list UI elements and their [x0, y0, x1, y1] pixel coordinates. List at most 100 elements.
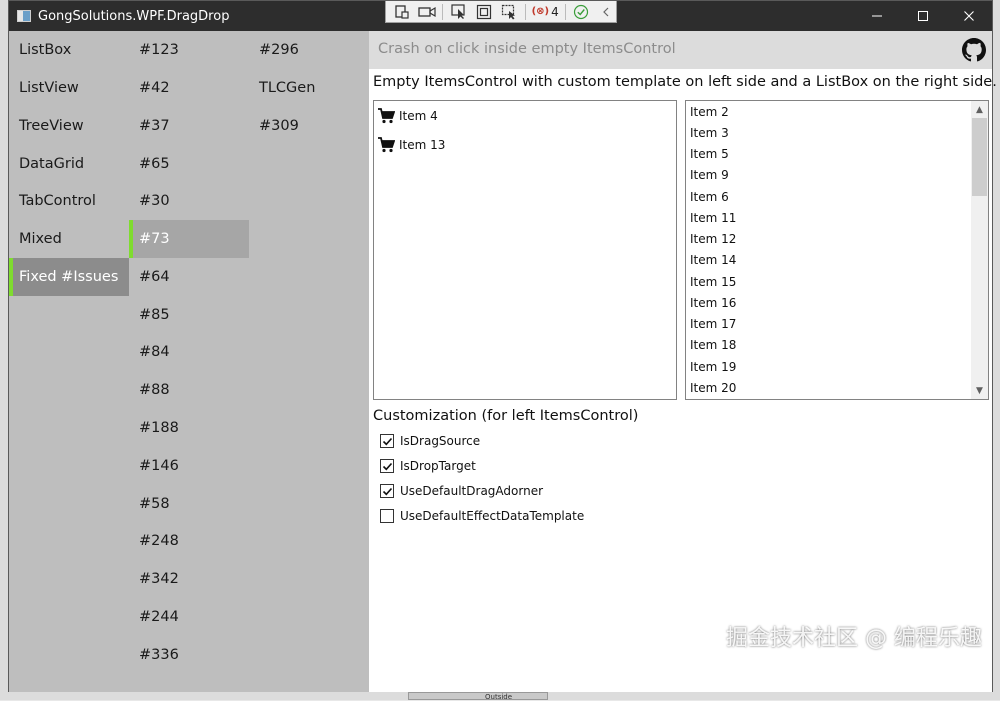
- app-window: GongSolutions.WPF.DragDrop (⊗) 4 ListBox…: [8, 0, 997, 692]
- app-icon: [17, 10, 31, 22]
- nav-item-listbox[interactable]: ListBox: [9, 31, 129, 69]
- empty-items-control[interactable]: Item 4 Item 13: [373, 100, 677, 400]
- shopping-cart-icon: [378, 108, 395, 124]
- window-controls: [854, 1, 992, 31]
- list-item[interactable]: Item 11: [690, 211, 736, 225]
- list-item[interactable]: Item 19: [690, 360, 736, 374]
- issue-item[interactable]: #88: [129, 371, 249, 409]
- nav-item-fixed-issues[interactable]: Fixed #Issues: [9, 258, 129, 296]
- error-count: 4: [551, 4, 559, 19]
- issue-item[interactable]: #85: [129, 296, 249, 334]
- issue-item-selected[interactable]: #73: [129, 220, 249, 258]
- checkbox-box[interactable]: [380, 459, 394, 473]
- checkbox-label: UseDefaultDragAdorner: [400, 484, 544, 498]
- close-button[interactable]: [946, 1, 992, 31]
- shopping-cart-icon: [378, 137, 395, 153]
- list-item[interactable]: Item 4: [377, 105, 438, 127]
- issue-item[interactable]: TLCGen: [249, 69, 369, 107]
- checkmark-icon: [382, 487, 392, 495]
- issue-item[interactable]: #188: [129, 409, 249, 447]
- example-description: Empty ItemsControl with custom template …: [373, 74, 997, 90]
- list-item-label: Item 4: [399, 109, 438, 123]
- use-default-effect-data-template-checkbox[interactable]: UseDefaultEffectDataTemplate: [380, 506, 584, 526]
- toolbar-separator: [564, 3, 566, 20]
- toolbar-separator: [524, 3, 526, 20]
- maximize-button[interactable]: [900, 1, 946, 31]
- issue-item[interactable]: #146: [129, 447, 249, 485]
- list-item[interactable]: Item 9: [690, 168, 729, 182]
- background-window-strip: [408, 692, 548, 700]
- issue-item[interactable]: #336: [129, 636, 249, 674]
- video-camera-icon[interactable]: [417, 3, 436, 21]
- issue-item[interactable]: #42: [129, 69, 249, 107]
- minimize-button[interactable]: [854, 1, 900, 31]
- items-listbox[interactable]: Item 2 Item 3 Item 5 Item 9 Item 6 Item …: [685, 100, 989, 400]
- chevron-down-icon[interactable]: ▼: [971, 382, 988, 399]
- issue-item[interactable]: #30: [129, 182, 249, 220]
- live-visual-tree-icon[interactable]: [392, 3, 411, 21]
- track-focused-element-icon[interactable]: [500, 3, 519, 21]
- display-layout-adorners-icon[interactable]: [474, 3, 493, 21]
- list-item[interactable]: Item 17: [690, 317, 736, 331]
- binding-error-icon: (⊗): [531, 6, 550, 17]
- list-item[interactable]: Item 16: [690, 296, 736, 310]
- chevron-up-icon[interactable]: ▲: [971, 101, 988, 118]
- list-item[interactable]: Item 6: [690, 190, 729, 204]
- list-item[interactable]: Item 14: [690, 253, 736, 267]
- issue-item[interactable]: #296: [249, 31, 369, 69]
- issue-item[interactable]: #37: [129, 107, 249, 145]
- issue-item[interactable]: #123: [129, 31, 249, 69]
- vertical-scrollbar[interactable]: ▲ ▼: [971, 101, 988, 399]
- is-drop-target-checkbox[interactable]: IsDropTarget: [380, 456, 476, 476]
- watermark-text: 掘金技术社区 @ 编程乐趣: [726, 626, 982, 651]
- checkbox-box[interactable]: [380, 509, 394, 523]
- checkbox-box[interactable]: [380, 434, 394, 448]
- issue-item[interactable]: #64: [129, 258, 249, 296]
- debug-toolbar: (⊗) 4: [385, 1, 617, 23]
- use-default-drag-adorner-checkbox[interactable]: UseDefaultDragAdorner: [380, 481, 543, 501]
- toolbar-separator: [442, 3, 444, 20]
- nav-item-tabcontrol[interactable]: TabControl: [9, 182, 129, 220]
- nav-item-mixed[interactable]: Mixed: [9, 220, 129, 258]
- issue-item[interactable]: #84: [129, 333, 249, 371]
- list-item[interactable]: Item 3: [690, 126, 729, 140]
- checkmark-icon: [382, 437, 392, 445]
- nav-item-datagrid[interactable]: DataGrid: [9, 145, 129, 183]
- is-drag-source-checkbox[interactable]: IsDragSource: [380, 431, 480, 451]
- issue-item[interactable]: #342: [129, 560, 249, 598]
- window-title: GongSolutions.WPF.DragDrop: [38, 9, 230, 24]
- list-item[interactable]: Item 13: [377, 134, 445, 156]
- main-content: Crash on click inside empty ItemsControl…: [369, 31, 997, 692]
- issue-item[interactable]: #58: [129, 485, 249, 523]
- list-item[interactable]: Item 15: [690, 275, 736, 289]
- category-nav: ListBox ListView TreeView DataGrid TabCo…: [9, 31, 129, 692]
- list-item[interactable]: Item 12: [690, 232, 736, 246]
- nav-item-listview[interactable]: ListView: [9, 69, 129, 107]
- list-item-label: Item 13: [399, 138, 446, 152]
- customization-heading: Customization (for left ItemsControl): [373, 408, 639, 424]
- list-item[interactable]: Item 5: [690, 147, 729, 161]
- issue-item[interactable]: #65: [129, 145, 249, 183]
- github-icon[interactable]: [962, 38, 986, 62]
- scrollbar-thumb[interactable]: [972, 118, 987, 196]
- desktop: GongSolutions.WPF.DragDrop (⊗) 4 ListBox…: [0, 0, 1000, 701]
- select-element-icon[interactable]: [449, 3, 468, 21]
- page-title: Crash on click inside empty ItemsControl: [378, 41, 676, 57]
- checkbox-label: UseDefaultEffectDataTemplate: [400, 509, 585, 523]
- issue-item[interactable]: #244: [129, 598, 249, 636]
- nav-item-treeview[interactable]: TreeView: [9, 107, 129, 145]
- checkmark-icon: [382, 462, 392, 470]
- checkbox-box[interactable]: [380, 484, 394, 498]
- page-header: Crash on click inside empty ItemsControl: [369, 31, 992, 69]
- list-item[interactable]: Item 20: [690, 381, 736, 395]
- title-bar[interactable]: GongSolutions.WPF.DragDrop (⊗) 4: [9, 1, 992, 31]
- collapse-toolbar-icon[interactable]: [597, 3, 616, 21]
- issue-item[interactable]: #248: [129, 522, 249, 560]
- checkbox-label: IsDropTarget: [400, 459, 476, 473]
- issues-nav-column-1: #123 #42 #37 #65 #30 #73 #64 #85 #84 #88…: [129, 31, 249, 692]
- list-item[interactable]: Item 2: [690, 105, 729, 119]
- list-item[interactable]: Item 18: [690, 338, 736, 352]
- binding-errors-counter[interactable]: (⊗) 4: [532, 5, 559, 19]
- issue-item[interactable]: #309: [249, 107, 369, 145]
- checkmark-circle-icon[interactable]: [572, 3, 591, 21]
